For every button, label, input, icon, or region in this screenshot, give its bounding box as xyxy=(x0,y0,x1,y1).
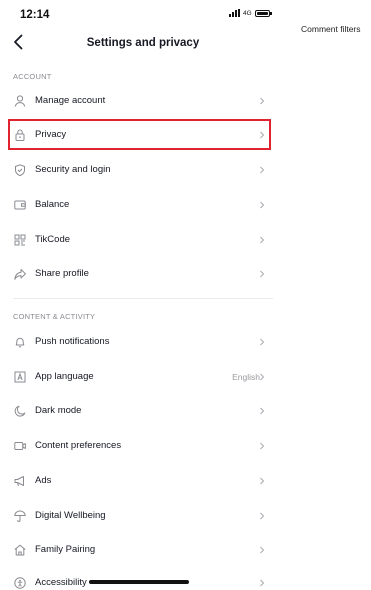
settings-item-security-and-login[interactable]: Security and login xyxy=(0,155,286,185)
phone-screen: 12:14 4G Settings and privacy ACCOUNT Ma… xyxy=(0,0,286,590)
settings-item-ads[interactable]: Ads xyxy=(0,466,286,496)
umbrella-icon xyxy=(14,510,26,522)
settings-item-digital-wellbeing[interactable]: Digital Wellbeing xyxy=(0,501,286,531)
settings-item-label: Accessibility xyxy=(35,577,87,588)
settings-item-dark-mode[interactable]: Dark mode xyxy=(0,396,286,426)
settings-item-label: Balance xyxy=(35,199,70,210)
chevron-right-icon xyxy=(260,373,265,381)
section-header-account: ACCOUNT xyxy=(13,72,52,81)
shield-icon xyxy=(15,164,25,177)
battery-icon xyxy=(254,9,272,17)
chevron-right-icon xyxy=(260,236,265,244)
status-time: 12:14 xyxy=(20,9,50,21)
chevron-right-icon xyxy=(260,407,265,415)
share-icon xyxy=(14,269,26,280)
settings-item-label: App language xyxy=(35,371,94,382)
settings-item-label: Digital Wellbeing xyxy=(35,510,106,521)
comment-filters-label: Comment filters xyxy=(301,24,361,34)
settings-item-label: Push notifications xyxy=(35,336,110,347)
video-icon xyxy=(14,442,26,450)
settings-item-label: Manage account xyxy=(35,95,106,106)
accessibility-icon xyxy=(14,577,26,589)
settings-item-label: Family Pairing xyxy=(35,544,96,555)
settings-item-accessibility[interactable]: Accessibility xyxy=(0,568,286,590)
settings-item-family-pairing[interactable]: Family Pairing xyxy=(0,535,286,565)
language-icon xyxy=(14,371,26,383)
moon-icon xyxy=(14,405,26,417)
settings-item-label: Share profile xyxy=(35,268,89,279)
settings-item-label: TikCode xyxy=(35,234,71,245)
settings-item-label: Security and login xyxy=(35,164,111,175)
chevron-right-icon xyxy=(260,477,265,485)
chevron-right-icon xyxy=(260,270,265,278)
house-icon xyxy=(14,544,26,556)
signal-icon xyxy=(229,9,240,17)
settings-item-label: Content preferences xyxy=(35,440,122,451)
chevron-right-icon xyxy=(260,201,265,209)
status-bar: 12:14 4G xyxy=(0,0,286,24)
settings-item-balance[interactable]: Balance xyxy=(0,190,286,220)
chevron-right-icon xyxy=(260,579,265,587)
chevron-right-icon xyxy=(260,512,265,520)
chevron-right-icon xyxy=(260,546,265,554)
settings-item-app-language[interactable]: App language English xyxy=(0,362,286,392)
current-language-value: English xyxy=(232,372,260,382)
section-divider xyxy=(13,298,273,299)
chevron-right-icon xyxy=(260,166,265,174)
megaphone-icon xyxy=(14,476,24,487)
settings-item-content-preferences[interactable]: Content preferences xyxy=(0,431,286,461)
text-underline-mark xyxy=(89,580,189,584)
settings-item-label: Dark mode xyxy=(35,405,82,416)
person-icon xyxy=(14,95,26,107)
settings-item-push-notifications[interactable]: Push notifications xyxy=(0,327,286,357)
chevron-right-icon xyxy=(260,97,265,105)
qr-code-icon xyxy=(14,234,26,246)
settings-item-label: Ads xyxy=(35,475,52,486)
navigation-bar: Settings and privacy xyxy=(0,30,286,58)
network-type: 4G xyxy=(243,9,252,17)
privacy-highlight-box xyxy=(8,119,271,150)
status-icons: 4G xyxy=(229,9,272,17)
settings-item-tikcode[interactable]: TikCode xyxy=(0,225,286,255)
bell-icon xyxy=(15,337,25,348)
page-title: Settings and privacy xyxy=(86,37,200,49)
wallet-icon xyxy=(14,200,26,210)
section-header-content-activity: CONTENT & ACTIVITY xyxy=(13,312,96,321)
chevron-right-icon xyxy=(260,442,265,450)
chevron-right-icon xyxy=(260,338,265,346)
settings-item-share-profile[interactable]: Share profile xyxy=(0,259,286,289)
settings-item-manage-account[interactable]: Manage account xyxy=(0,86,286,116)
